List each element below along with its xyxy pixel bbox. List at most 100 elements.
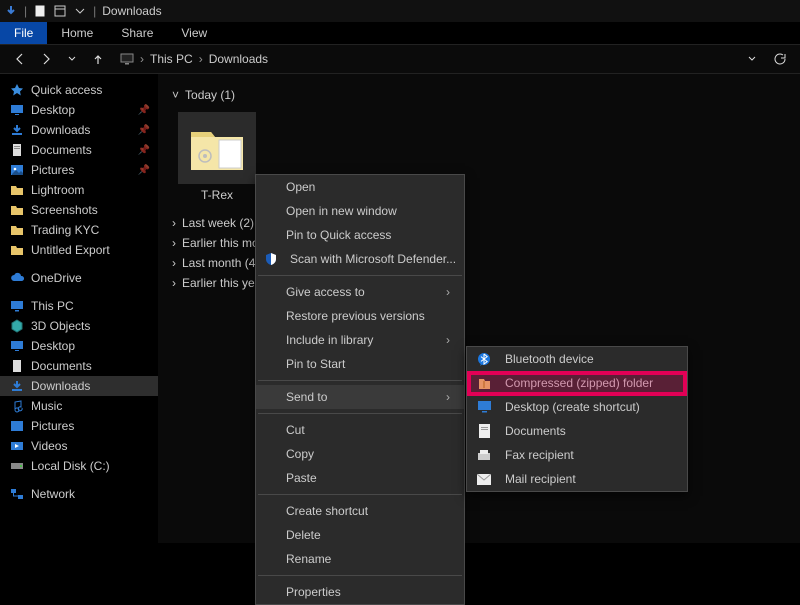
- tab-view[interactable]: View: [167, 22, 221, 44]
- sendto-documents[interactable]: Documents: [467, 419, 687, 443]
- disk-icon: [10, 459, 24, 473]
- sidebar-item-videos[interactable]: Videos: [0, 436, 158, 456]
- dropdown-icon[interactable]: [73, 4, 87, 18]
- sidebar-item-documents[interactable]: Documents 📌: [0, 140, 158, 160]
- sendto-mail[interactable]: Mail recipient: [467, 467, 687, 491]
- group-today[interactable]: ˅Today (1): [172, 88, 786, 102]
- sidebar-onedrive[interactable]: OneDrive: [0, 268, 158, 288]
- video-icon: [10, 439, 24, 453]
- folder-thumb: [178, 112, 256, 184]
- sidebar-item-downloads-pc[interactable]: Downloads: [0, 376, 158, 396]
- sendto-desktop-shortcut[interactable]: Desktop (create shortcut): [467, 395, 687, 419]
- ctx-properties[interactable]: Properties: [256, 580, 464, 604]
- menu-label: Documents: [505, 424, 566, 438]
- sidebar-item-localdisk[interactable]: Local Disk (C:): [0, 456, 158, 476]
- sidebar-item-desktop[interactable]: Desktop📌: [0, 100, 158, 120]
- bluetooth-icon: [475, 352, 493, 366]
- properties-icon[interactable]: [53, 4, 67, 18]
- chevron-right-icon: ›: [446, 285, 450, 299]
- download-icon: [10, 123, 24, 137]
- sidebar-item-label: Network: [31, 487, 150, 501]
- ctx-include-library[interactable]: Include in library›: [256, 328, 464, 352]
- ctx-delete[interactable]: Delete: [256, 523, 464, 547]
- sidebar-item-desktop-pc[interactable]: Desktop: [0, 336, 158, 356]
- sidebar-item-label: Quick access: [31, 83, 150, 97]
- sendto-fax[interactable]: Fax recipient: [467, 443, 687, 467]
- sidebar-item-label: Desktop: [31, 339, 150, 353]
- tab-view-label: View: [181, 26, 207, 40]
- group-label: Earlier this year: [182, 276, 265, 290]
- recent-dropdown[interactable]: [62, 49, 82, 69]
- context-menu: Open Open in new window Pin to Quick acc…: [255, 174, 465, 605]
- ctx-pin-quick[interactable]: Pin to Quick access: [256, 223, 464, 247]
- ctx-scan-defender[interactable]: Scan with Microsoft Defender...: [256, 247, 464, 271]
- tab-file[interactable]: File: [0, 22, 47, 44]
- ctx-pin-start[interactable]: Pin to Start: [256, 352, 464, 376]
- address-dropdown[interactable]: [742, 49, 762, 69]
- titlebar: | | Downloads: [0, 0, 800, 22]
- ctx-rename[interactable]: Rename: [256, 547, 464, 571]
- chevron-right-icon: ›: [172, 276, 176, 290]
- menu-label: Cut: [286, 423, 305, 437]
- chevron-right-icon[interactable]: ›: [199, 52, 203, 66]
- desktop-icon: [10, 339, 24, 353]
- ctx-send-to[interactable]: Send to ›: [256, 385, 464, 409]
- chevron-right-icon: ›: [446, 390, 450, 404]
- group-label: Last week (2): [182, 216, 254, 230]
- sidebar-item-screenshots[interactable]: Screenshots: [0, 200, 158, 220]
- pin-icon: 📌: [138, 165, 150, 176]
- pc-icon: [120, 52, 134, 66]
- sidebar-item-lightroom[interactable]: Lightroom: [0, 180, 158, 200]
- ctx-create-shortcut[interactable]: Create shortcut: [256, 499, 464, 523]
- ctx-give-access[interactable]: Give access to ›: [256, 280, 464, 304]
- refresh-button[interactable]: [768, 52, 790, 66]
- zip-icon: [475, 376, 493, 390]
- menu-label: Mail recipient: [505, 472, 576, 486]
- breadcrumb-root[interactable]: This PC: [150, 52, 193, 66]
- ctx-cut[interactable]: Cut: [256, 418, 464, 442]
- sidebar-item-pictures[interactable]: Pictures📌: [0, 160, 158, 180]
- breadcrumb-folder[interactable]: Downloads: [209, 52, 268, 66]
- sidebar-item-label: Lightroom: [31, 183, 150, 197]
- menu-label: Bluetooth device: [505, 352, 594, 366]
- pin-icon: 📌: [138, 145, 150, 156]
- ctx-copy[interactable]: Copy: [256, 442, 464, 466]
- pictures-icon: [10, 163, 24, 177]
- sidebar-item-3dobjects[interactable]: 3D Objects: [0, 316, 158, 336]
- sidebar-item-downloads[interactable]: Downloads📌: [0, 120, 158, 140]
- down-arrow-icon[interactable]: [4, 4, 18, 18]
- sidebar-item-label: Screenshots: [31, 203, 150, 217]
- back-button[interactable]: [10, 49, 30, 69]
- menu-label: Send to: [286, 390, 327, 404]
- menu-label: Give access to: [286, 285, 365, 299]
- sidebar-this-pc[interactable]: This PC: [0, 296, 158, 316]
- sendto-bluetooth[interactable]: Bluetooth device: [467, 347, 687, 371]
- ctx-paste[interactable]: Paste: [256, 466, 464, 490]
- new-file-icon[interactable]: [33, 4, 47, 18]
- chevron-down-icon: ˅: [172, 88, 179, 102]
- sidebar-item-untitled-export[interactable]: Untitled Export: [0, 240, 158, 260]
- sidebar-item-label: Documents: [31, 143, 131, 157]
- address-bar[interactable]: › This PC › Downloads: [114, 52, 736, 66]
- sendto-compressed[interactable]: Compressed (zipped) folder: [467, 371, 687, 395]
- document-icon: [10, 143, 24, 157]
- file-item-trex[interactable]: T-Rex: [178, 112, 256, 202]
- sidebar-item-pictures-pc[interactable]: Pictures: [0, 416, 158, 436]
- forward-button[interactable]: [36, 49, 56, 69]
- sidebar-item-documents-pc[interactable]: Documents: [0, 356, 158, 376]
- tab-share[interactable]: Share: [107, 22, 167, 44]
- sidebar-network[interactable]: Network: [0, 484, 158, 504]
- tab-home[interactable]: Home: [47, 22, 107, 44]
- chevron-right-icon[interactable]: ›: [140, 52, 144, 66]
- ctx-restore-versions[interactable]: Restore previous versions: [256, 304, 464, 328]
- menu-label: Pin to Quick access: [286, 228, 391, 242]
- ctx-open[interactable]: Open: [256, 175, 464, 199]
- ctx-open-new-window[interactable]: Open in new window: [256, 199, 464, 223]
- up-button[interactable]: [88, 49, 108, 69]
- sidebar-item-music[interactable]: Music: [0, 396, 158, 416]
- sidebar-quick-access[interactable]: Quick access: [0, 80, 158, 100]
- menu-label: Include in library: [286, 333, 373, 347]
- window-title: Downloads: [102, 4, 161, 18]
- sidebar-item-trading-kyc[interactable]: Trading KYC: [0, 220, 158, 240]
- tab-file-label: File: [14, 26, 33, 40]
